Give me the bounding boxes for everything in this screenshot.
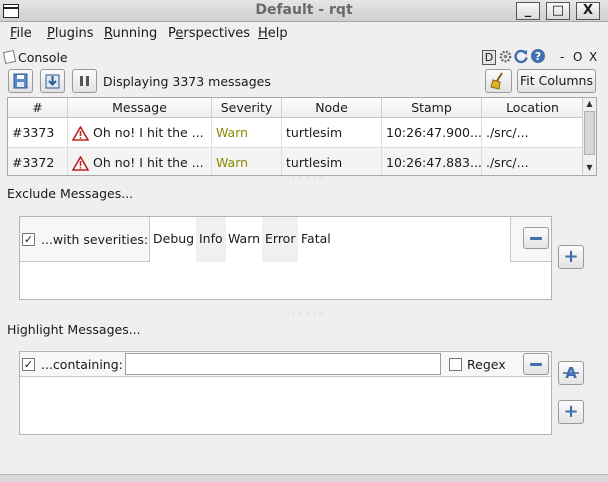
row-message: Oh no! I hit the ... [68,118,212,148]
splitter-handle[interactable]: · · · · · [292,310,324,319]
console-icon [2,49,17,65]
warning-icon [72,126,89,141]
pause-button[interactable] [72,69,97,93]
window-titlebar: Default - rqt _ □ X [0,0,608,22]
add-exclude-filter-button[interactable]: + [558,245,584,269]
highlight-filter-list-empty [20,377,551,434]
severity-debug[interactable]: Debug [153,231,194,246]
row-severity: Warn [212,118,282,148]
dock-minimize-button[interactable]: - [560,50,564,64]
reload-icon[interactable] [513,48,529,67]
load-icon [45,74,60,89]
add-highlight-filter-button[interactable]: + [558,400,584,424]
message-table: # Message Severity Node Stamp Location #… [7,97,597,176]
strikethrough-a-icon: A [563,364,579,382]
column-header-location[interactable]: Location [482,98,583,118]
severity-list: Debug Info Warn Error Fatal [149,217,511,262]
exclude-section-title: Exclude Messages... [7,186,134,201]
severity-warn[interactable]: Warn [228,231,260,246]
scroll-down-arrow[interactable]: ▼ [583,162,596,174]
svg-text:?: ? [535,50,541,63]
highlight-text-input[interactable] [125,353,441,375]
row-node: turtlesim [282,148,382,175]
menu-bar: File Plugins Running Perspectives Help [0,22,608,44]
severity-info[interactable]: Info [199,231,223,246]
menu-perspectives[interactable]: Perspectives [168,26,250,41]
menu-running[interactable]: Running [104,26,157,41]
column-header-node[interactable]: Node [282,98,382,118]
d-button[interactable]: D [482,50,496,65]
dock-close-button[interactable]: X [589,50,597,64]
menu-plugins[interactable]: Plugins [47,26,94,41]
clear-button[interactable] [485,69,512,93]
console-title: Console [18,50,68,65]
fit-columns-button[interactable]: Fit Columns [517,69,596,93]
save-button[interactable] [8,69,33,93]
row-stamp: 10:26:47.900... [382,118,482,148]
warning-icon [72,156,89,171]
gear-icon[interactable] [498,49,513,67]
window-bottom-edge [0,474,608,482]
highlight-text-checkbox[interactable]: ✓ [22,358,35,371]
exclude-severity-checkbox[interactable]: ✓ [22,233,35,246]
exclude-severity-label: ...with severities: [41,232,149,247]
row-message: Oh no! I hit the ... [68,148,212,175]
minimize-button[interactable]: _ [516,2,540,20]
column-header-severity[interactable]: Severity [212,98,282,118]
menu-help[interactable]: Help [258,26,288,41]
row-severity: Warn [212,148,282,175]
save-icon [13,73,28,89]
console-toolbar: Displaying 3373 messages Fit Columns [0,68,608,96]
table-header: # Message Severity Node Stamp Location [8,98,583,118]
remove-highlight-filter-button[interactable] [523,353,549,375]
row-stamp: 10:26:47.883... [382,148,482,175]
message-count-label: Displaying 3373 messages [103,74,271,89]
broom-icon [490,72,503,90]
highlight-section-title: Highlight Messages... [7,322,141,337]
row-node: turtlesim [282,118,382,148]
pause-icon [80,76,89,86]
load-button[interactable] [40,69,65,93]
exclude-filter-group: ✓ ...with severities: Debug Info Warn Er… [19,216,552,300]
exclude-severity-filter: ✓ ...with severities: Debug Info Warn Er… [20,217,551,262]
highlight-filter-group: ✓ ...containing: Regex [19,351,552,435]
table-vertical-scrollbar[interactable]: ▲ ▼ [582,98,596,175]
severity-fatal[interactable]: Fatal [301,231,331,246]
row-number: #3372 [8,148,68,175]
highlight-text-label: ...containing: [41,357,123,372]
regex-label: Regex [467,357,506,372]
help-icon[interactable]: ? [530,48,546,67]
table-row[interactable]: #3372 Oh no! I hit the ... Warn turtlesi… [8,148,583,175]
table-row[interactable]: #3373 Oh no! I hit the ... Warn turtlesi… [8,118,583,148]
remove-exclude-filter-button[interactable] [523,227,549,249]
row-location: ./src/... [486,125,529,140]
column-header-stamp[interactable]: Stamp [382,98,482,118]
scroll-thumb[interactable] [584,111,595,155]
column-header-number[interactable]: # [8,98,68,118]
regex-checkbox[interactable] [449,358,462,371]
highlight-text-filter: ✓ ...containing: Regex [20,352,551,377]
scroll-up-arrow[interactable]: ▲ [583,98,596,110]
close-button[interactable]: X [576,2,600,20]
maximize-button[interactable]: □ [546,2,570,20]
menu-file[interactable]: File [10,26,32,41]
column-header-message[interactable]: Message [68,98,212,118]
exclude-filter-list-empty [20,262,551,299]
console-dock-header: Console D ? - O X [0,47,608,67]
clear-highlight-button[interactable]: A [558,361,584,385]
row-number: #3373 [8,118,68,148]
splitter-handle[interactable]: · · · · · [292,174,324,183]
dock-float-button[interactable]: O [573,50,582,64]
row-location: ./src/... [486,155,529,170]
severity-error[interactable]: Error [265,231,295,246]
